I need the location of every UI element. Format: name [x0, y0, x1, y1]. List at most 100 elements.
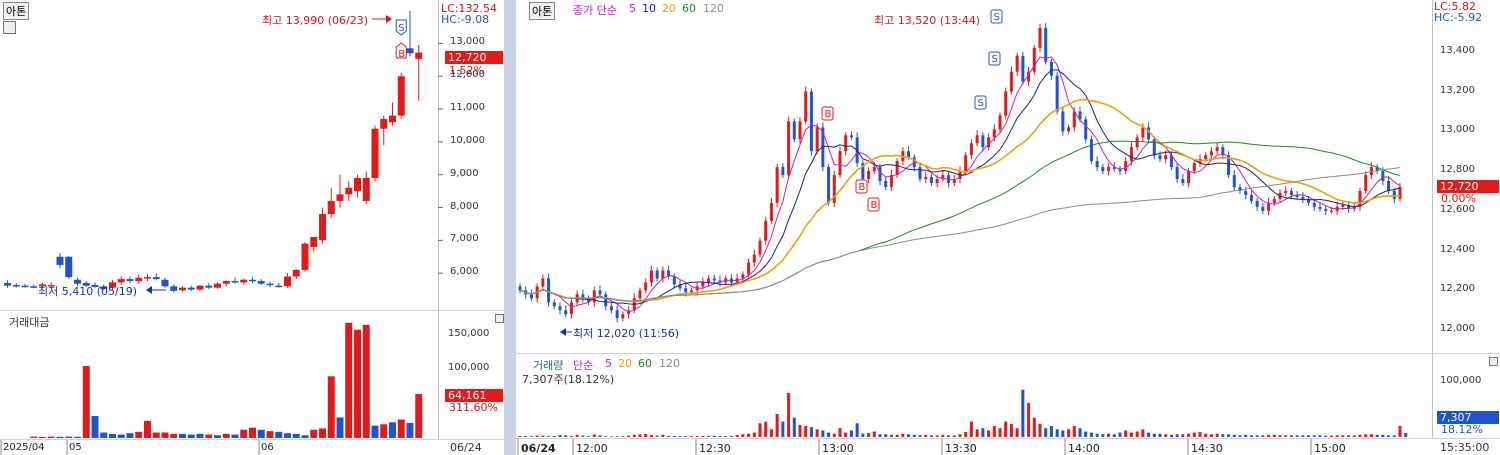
volume-bar: [1055, 429, 1059, 437]
candle-body: [1089, 139, 1093, 162]
candle-body: [1107, 167, 1111, 172]
volume-bar: [1244, 434, 1248, 437]
candle-body: [809, 91, 813, 152]
left-volume-close-icon[interactable]: [495, 314, 504, 323]
candle-body: [638, 290, 642, 299]
volume-bar: [1175, 434, 1179, 437]
volume-bar: [1392, 435, 1396, 437]
candle-body: [1021, 55, 1025, 82]
volume-bar: [564, 435, 568, 437]
right-hc-label: HC:-5.92: [1434, 11, 1483, 24]
volume-bar: [1169, 434, 1173, 437]
left-stock-tab[interactable]: 아톤: [3, 2, 30, 20]
x-tick-label: 14:00: [1068, 442, 1100, 455]
volume-bar: [1078, 428, 1082, 437]
candle-body: [1255, 200, 1259, 207]
volume-bar: [1347, 435, 1351, 437]
volume-bar: [1084, 431, 1088, 437]
right-stock-tab[interactable]: 아톤: [529, 2, 556, 20]
candle-body: [1261, 206, 1265, 211]
volume-bar: [1227, 434, 1231, 437]
volume-bar: [684, 436, 688, 437]
candle-body: [1009, 71, 1013, 92]
volume-bar: [1324, 435, 1328, 437]
volume-bar: [758, 423, 762, 437]
volume-bar: [1147, 432, 1151, 437]
candle-body: [547, 278, 551, 303]
right-vol-ma-20: 20: [618, 357, 632, 370]
volume-tick-label: 150,000: [448, 328, 490, 340]
right-volume-close-icon[interactable]: [1489, 357, 1498, 366]
candle-body: [827, 167, 831, 203]
volume-bar: [587, 436, 591, 437]
candle-body: [787, 121, 791, 176]
right-ma-label-5: 5: [629, 2, 636, 15]
volume-bar: [1027, 402, 1031, 437]
price-tick-label: 9,000: [450, 167, 479, 179]
grid-icon[interactable]: [3, 21, 16, 34]
candle-body: [981, 135, 985, 148]
volume-bar: [1101, 434, 1105, 437]
volume-bar: [569, 435, 573, 437]
candle-body: [918, 167, 922, 180]
right-chart-svg: SSSBBB: [517, 9, 1437, 455]
candle-body: [975, 135, 979, 144]
volume-bar: [724, 436, 728, 437]
volume-bar: [775, 413, 779, 437]
volume-bar: [815, 429, 819, 437]
candle-body: [1249, 194, 1253, 201]
volume-bar: [1295, 435, 1299, 437]
volume-bar: [1335, 435, 1339, 437]
candle-body: [1095, 161, 1099, 168]
left-x-right: 06/24: [450, 441, 482, 454]
candle-body: [849, 135, 853, 138]
right-legend-prefix: 종가 단순: [573, 4, 617, 17]
signal-letter: S: [994, 12, 1000, 23]
volume-bar: [867, 433, 871, 437]
price-tick-label: 8,000: [450, 200, 479, 212]
signal-letter: B: [859, 182, 866, 193]
candle-body: [1381, 171, 1385, 182]
candle-body: [752, 254, 756, 263]
volume-bar: [952, 435, 956, 437]
signal-letter: S: [978, 98, 984, 109]
volume-bar: [615, 436, 619, 437]
candle-body: [604, 294, 608, 307]
candle-body: [1398, 186, 1402, 199]
volume-bar: [981, 428, 985, 437]
price-tick-label: 12,000: [1440, 323, 1475, 335]
candle-body: [1187, 171, 1191, 184]
volume-bar: [1267, 434, 1271, 437]
price-tick-label: 12,600: [1440, 203, 1475, 215]
volume-bar: [1141, 429, 1145, 437]
volume-bar: [627, 435, 631, 437]
right-ma-label-20: 20: [662, 2, 676, 15]
candle-body: [867, 171, 871, 180]
candle-body: [798, 121, 802, 140]
volume-bar: [1061, 430, 1065, 437]
candle-body: [764, 220, 768, 241]
candle-body: [969, 143, 973, 156]
left-min-label: 최저 5,410 (05/19): [38, 285, 138, 298]
signal-letter: S: [992, 54, 998, 65]
candle-body: [541, 278, 545, 287]
volume-bar: [975, 429, 979, 437]
right-vol-ma-5: 5: [605, 357, 612, 370]
candle-body: [552, 302, 556, 307]
volume-bar: [1004, 421, 1008, 437]
candle-body: [1164, 155, 1168, 160]
volume-bar: [861, 433, 865, 437]
volume-bar: [809, 427, 813, 437]
candle-body: [872, 167, 876, 172]
volume-bar: [592, 434, 596, 437]
volume-bar: [1249, 435, 1253, 437]
volume-bar: [1021, 389, 1025, 437]
right-volume-value: 7,307주(18.12%): [522, 373, 615, 386]
candle-body: [518, 286, 522, 291]
candle-body: [884, 181, 888, 187]
volume-bar: [769, 429, 773, 437]
x-tick-label: 14:30: [1191, 442, 1223, 455]
candle-body: [1129, 147, 1133, 162]
volume-bar: [632, 434, 636, 437]
volume-tick-label: 100,000: [448, 362, 490, 374]
